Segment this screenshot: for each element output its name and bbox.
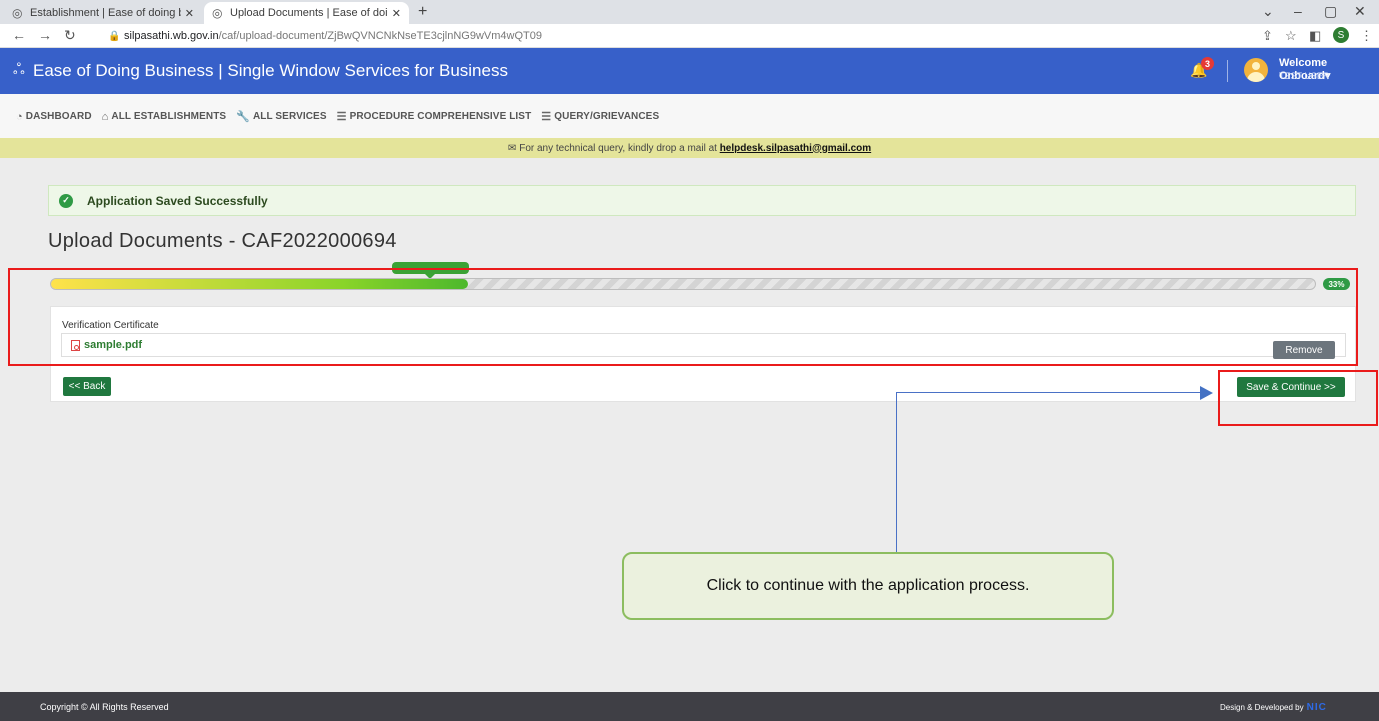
annotation-connector-horizontal xyxy=(896,392,1201,393)
list-icon: ☰ xyxy=(541,111,552,123)
helpdesk-notice: ✉ For any technical query, kindly drop a… xyxy=(0,138,1379,158)
profile-avatar[interactable]: S xyxy=(1333,27,1349,43)
menu-dashboard[interactable]: ◔ DASHBOARD xyxy=(16,110,92,123)
annotation-connector-vertical xyxy=(896,392,897,554)
maximize-icon[interactable]: ▢ xyxy=(1324,3,1337,20)
close-tab-icon[interactable]: ✕ xyxy=(185,7,194,20)
menu-label: PROCEDURE COMPREHENSIVE LIST xyxy=(349,111,532,122)
main-menu: ◔ DASHBOARD ⌂ ALL ESTABLISHMENTS 🔧 ALL SERV… xyxy=(0,94,1379,140)
back-button[interactable]: << Back xyxy=(63,377,111,396)
user-avatar[interactable] xyxy=(1244,58,1268,82)
globe-icon: ◎ xyxy=(212,6,223,20)
browser-tab-establishment[interactable]: ◎ Establishment | Ease of doing bu ✕ xyxy=(4,2,202,24)
bookmark-star-icon[interactable]: ☆ xyxy=(1285,28,1297,44)
url-path: /caf/upload-document/ZjBwQVNCNkNseTE3cjl… xyxy=(218,30,542,42)
menu-all-services[interactable]: 🔧 ALL SERVICES xyxy=(236,110,326,123)
tab-title: Establishment | Ease of doing bu xyxy=(30,7,181,19)
annotation-callout: Click to continue with the application p… xyxy=(622,552,1114,620)
alert-text: Application Saved Successfully xyxy=(87,193,268,208)
minimize-icon[interactable]: – xyxy=(1294,3,1302,19)
menu-query-grievances[interactable]: ☰ QUERY/GRIEVANCES xyxy=(541,110,659,123)
envelope-icon: ✉ xyxy=(507,142,517,154)
building-icon: ⌂ xyxy=(101,110,109,123)
browser-tab-upload-documents[interactable]: ◎ Upload Documents | Ease of doi ✕ xyxy=(204,2,409,24)
menu-label: DASHBOARD xyxy=(25,111,92,122)
brand-logo-icon: ஃ xyxy=(13,61,25,78)
nic-logo: NIC xyxy=(1306,702,1327,713)
menu-all-establishments[interactable]: ⌂ ALL ESTABLISHMENTS xyxy=(102,110,227,123)
tab-search-icon[interactable]: ⌄ xyxy=(1262,3,1274,20)
success-alert: ✓ Application Saved Successfully xyxy=(48,185,1356,216)
lock-icon: 🔒 xyxy=(108,30,121,42)
globe-icon: ◎ xyxy=(12,6,23,20)
menu-procedure-list[interactable]: ☰ PROCEDURE COMPREHENSIVE LIST xyxy=(337,110,532,123)
browser-menu-icon[interactable]: ⋮ xyxy=(1360,28,1373,44)
share-icon[interactable]: ⇪ xyxy=(1262,28,1273,44)
app-header: ஃ Ease of Doing Business | Single Window… xyxy=(0,48,1379,94)
wrench-icon: 🔧 xyxy=(236,111,250,123)
list-icon: ☰ xyxy=(336,111,347,123)
highlight-box-save xyxy=(1218,370,1378,426)
address-bar: ← → ↻ 🔒 silpasathi.wb.gov.in/caf/upload-… xyxy=(0,24,1379,48)
close-window-icon[interactable]: ✕ xyxy=(1354,3,1366,20)
new-tab-icon[interactable]: + xyxy=(418,3,427,21)
back-arrow-icon[interactable]: ← xyxy=(12,27,26,43)
check-circle-icon: ✓ xyxy=(59,193,73,208)
helpdesk-email-link[interactable]: helpdesk.silpasathi@gmail.com xyxy=(720,143,871,154)
gauge-icon: ◔ xyxy=(16,110,23,123)
copyright-text: Copyright © All Rights Reserved xyxy=(40,702,169,712)
forward-arrow-icon[interactable]: → xyxy=(38,27,52,43)
url-field[interactable]: 🔒 silpasathi.wb.gov.in/caf/upload-docume… xyxy=(108,26,1168,46)
menu-label: QUERY/GRIEVANCES xyxy=(554,111,660,122)
reload-icon[interactable]: ↻ xyxy=(64,27,76,44)
notice-text: For any technical query, kindly drop a m… xyxy=(519,142,717,154)
header-divider xyxy=(1227,60,1228,82)
close-tab-icon[interactable]: ✕ xyxy=(392,7,401,20)
notification-badge: 3 xyxy=(1201,57,1214,70)
menu-label: ALL SERVICES xyxy=(252,111,327,122)
url-host: silpasathi.wb.gov.in xyxy=(124,30,219,42)
app-title[interactable]: Ease of Doing Business | Single Window S… xyxy=(33,61,508,81)
footer: Copyright © All Rights Reserved Design &… xyxy=(0,692,1379,721)
browser-tab-bar: ◎ Establishment | Ease of doing bu ✕ ◎ U… xyxy=(0,0,1379,24)
annotation-arrow-icon xyxy=(1200,386,1213,400)
tab-title: Upload Documents | Ease of doi xyxy=(230,7,388,19)
credit-text: Design & Developed by xyxy=(1220,703,1304,712)
page-title: Upload Documents - CAF2022000694 xyxy=(48,230,397,252)
user-name: TEST USER xyxy=(1279,71,1330,81)
highlight-box-documents xyxy=(8,268,1358,366)
developer-credit: Design & Developed by NIC xyxy=(1220,702,1327,713)
side-panel-icon[interactable]: ◧ xyxy=(1309,28,1321,44)
menu-label: ALL ESTABLISHMENTS xyxy=(111,111,227,122)
